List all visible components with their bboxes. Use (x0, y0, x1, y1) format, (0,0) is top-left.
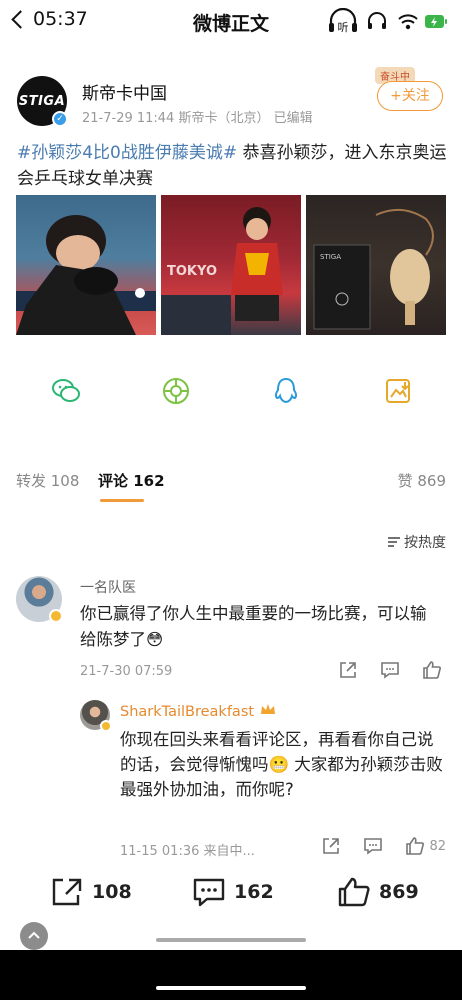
reply-actions: 82 (321, 836, 446, 856)
share-icon[interactable] (338, 660, 358, 680)
like-button[interactable]: 869 (337, 876, 419, 908)
system-navigation-area (0, 950, 462, 1000)
sort-icon (388, 537, 400, 547)
tab-comment[interactable]: 评论 162 (98, 470, 165, 491)
chevron-up-icon (28, 931, 40, 939)
crown-badge-icon (260, 704, 275, 714)
share-row (0, 375, 462, 409)
post-meta: 21-7-29 11:44 斯帝卡（北京） 已编辑 (82, 111, 313, 126)
share-icon[interactable] (321, 836, 341, 856)
save-image-icon[interactable] (382, 375, 414, 407)
tab-active-indicator (100, 499, 144, 502)
repost-count: 108 (92, 881, 132, 903)
reply-text: 你现在回头来看看评论区，再看看你自己说的话，会觉得惭愧吗😬 大家都为孙颖莎击败最… (120, 730, 443, 799)
comment-time: 21-7-30 07:59 (80, 664, 173, 679)
post-image-3[interactable]: STIGA (306, 195, 446, 335)
reply-meta: 11-15 01:36 来自中... (120, 844, 255, 859)
commenter-name[interactable]: 一名队医 (80, 577, 136, 597)
svg-text:STIGA: STIGA (320, 253, 341, 261)
battery-icon (425, 15, 447, 28)
verified-check-icon: ✓ (52, 111, 68, 127)
comment-text: 你已赢得了你人生中最重要的一场比赛，可以输给陈梦了😳 (80, 604, 427, 649)
follow-button[interactable]: +关注 (377, 81, 443, 111)
status-bar: 05:37 微博正文 听 (0, 0, 462, 48)
svg-text:TOKYO: TOKYO (167, 264, 217, 279)
like-count: 869 (379, 881, 419, 903)
comment-actions (338, 660, 442, 680)
comment-count: 162 (234, 881, 274, 903)
verified-badge-icon (100, 720, 112, 732)
repost-button[interactable]: 108 (50, 876, 132, 908)
qq-share-icon[interactable] (270, 375, 302, 407)
home-indicator[interactable] (156, 986, 306, 990)
gesture-bar (156, 938, 306, 942)
verified-badge-icon (49, 609, 63, 623)
bottom-action-bar: 108 162 869 (0, 868, 462, 918)
replier-name-text: SharkTailBreakfast (120, 704, 255, 720)
interaction-tabs: 转发 108 评论 162 赞 869 (16, 470, 446, 510)
like-icon (406, 837, 425, 855)
scroll-to-top-button[interactable] (20, 922, 48, 950)
listen-label: 听 (338, 21, 349, 34)
headphone-status-icon (368, 12, 386, 29)
tab-like[interactable]: 赞 869 (398, 470, 446, 491)
comment-icon (193, 878, 225, 907)
post-text: #孙颖莎4比0战胜伊藤美诚# 恭喜孙颖莎，进入东京奥运会乒乓球女单决赛 (17, 140, 447, 192)
listen-icon[interactable]: 听 (326, 8, 360, 36)
racket-product-photo: STIGA (313, 208, 434, 330)
replier-name[interactable]: SharkTailBreakfast (120, 702, 277, 720)
post-image-1[interactable] (16, 195, 156, 335)
repost-icon (52, 878, 82, 906)
player-celebrating-photo: TOKYO (161, 207, 283, 335)
like-icon[interactable] (422, 660, 442, 680)
comment-button[interactable]: 162 (192, 876, 274, 908)
reply-like-button[interactable]: 82 (405, 836, 446, 856)
reply-like-count: 82 (429, 838, 446, 854)
tab-repost[interactable]: 转发 108 (16, 470, 79, 491)
sort-toggle[interactable]: 按热度 (387, 532, 446, 552)
post-image-2[interactable]: TOKYO (161, 195, 301, 335)
system-icons: 听 (326, 8, 448, 36)
comment-icon[interactable] (380, 660, 400, 680)
author-name[interactable]: 斯帝卡中国 (82, 79, 167, 104)
hashtag-link[interactable]: #孙颖莎4比0战胜伊藤美诚# (17, 143, 237, 163)
comment-icon[interactable] (363, 836, 383, 856)
thumbs-up-icon (338, 877, 370, 907)
player-serving-photo (16, 215, 156, 335)
wechat-share-icon[interactable] (50, 375, 82, 407)
sort-label: 按热度 (404, 535, 446, 551)
post-author: STIGA ✓ 斯帝卡中国 21-7-29 11:44 斯帝卡（北京） 已编辑 … (17, 67, 447, 128)
moments-share-icon[interactable] (160, 375, 192, 407)
wifi-icon (398, 14, 418, 30)
